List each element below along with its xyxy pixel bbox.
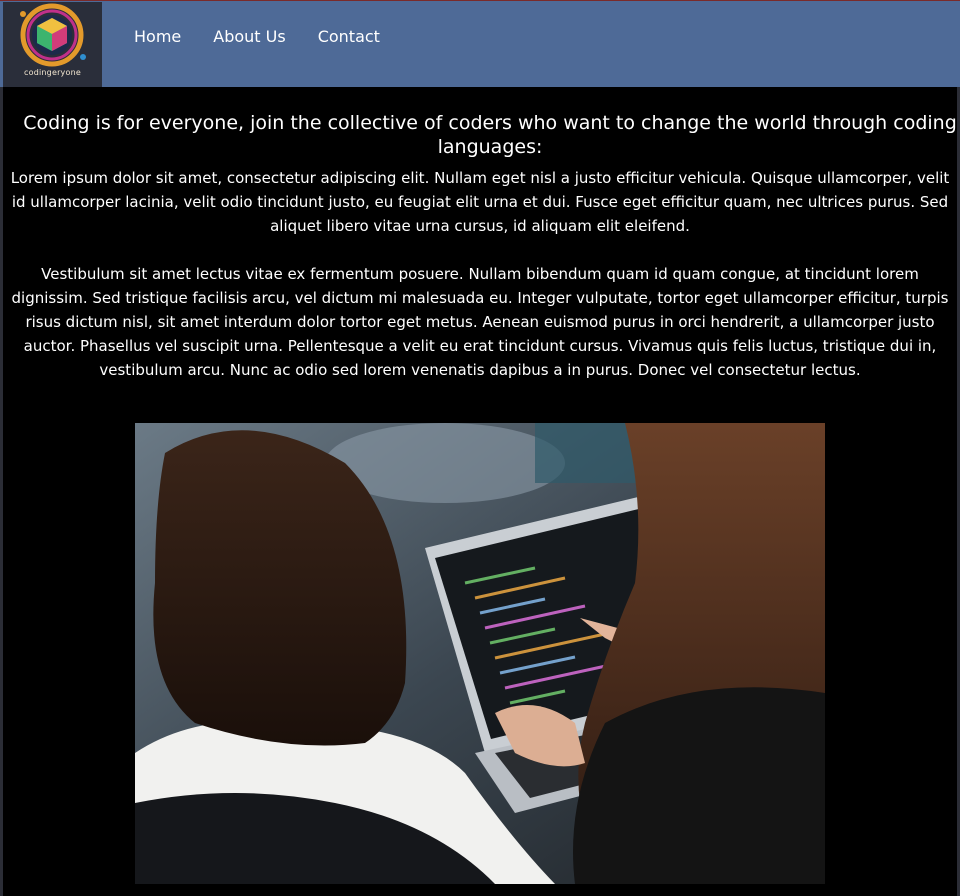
intro-paragraph: Lorem ipsum dolor sit amet, consectetur … — [10, 169, 950, 235]
hero-photo — [135, 423, 825, 884]
logo-caption: codingeryone — [24, 68, 81, 77]
coders-laptop-image — [135, 423, 825, 884]
nav-contact-link[interactable]: Contact — [318, 26, 380, 48]
second-paragraph: Vestibulum sit amet lectus vitae ex ferm… — [11, 265, 949, 379]
nav-about-link[interactable]: About Us — [213, 26, 285, 48]
navbar: codingeryone Home About Us Contact — [0, 0, 960, 87]
page: codingeryone Home About Us Contact Codin… — [0, 0, 960, 896]
site-logo[interactable]: codingeryone — [3, 2, 102, 87]
page-headline: Coding is for everyone, join the collect… — [23, 112, 957, 158]
main-nav: Home About Us Contact — [134, 26, 412, 48]
nav-home-link[interactable]: Home — [134, 26, 181, 48]
